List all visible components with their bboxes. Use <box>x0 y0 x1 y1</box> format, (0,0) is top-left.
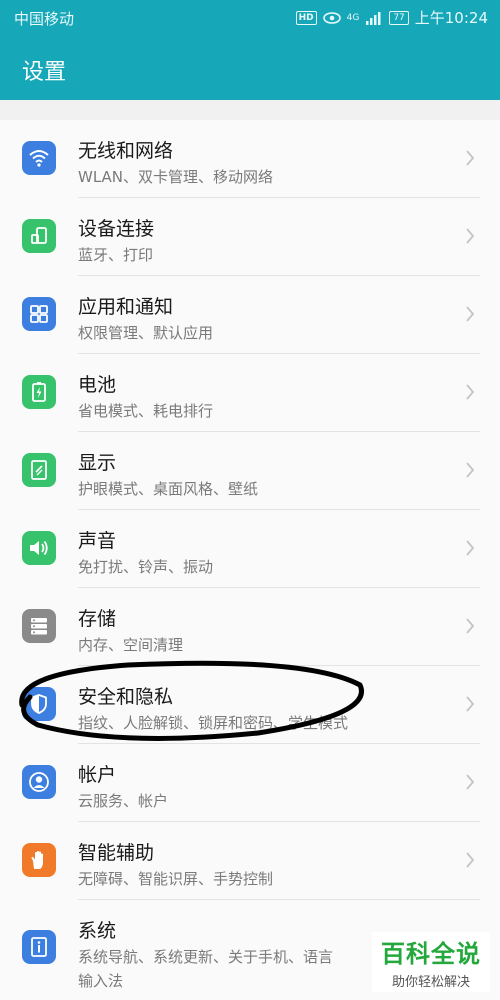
item-title: 系统 <box>78 920 117 942</box>
item-subtitle-continued: 输入法 <box>78 972 124 990</box>
item-subtitle: 省电模式、耗电排行 <box>78 402 214 420</box>
hd-icon: HD <box>295 10 317 25</box>
settings-item-smart-assistance[interactable]: 智能辅助 无障碍、智能识屏、手势控制 <box>0 822 500 900</box>
status-bar: 中国移动 HD 4G 77 上午10:24 <box>0 0 500 34</box>
settings-list: 无线和网络 WLAN、双卡管理、移动网络 设备连接 蓝牙、打印 应用和通知 权限… <box>0 120 500 1000</box>
account-icon <box>22 765 56 799</box>
item-title: 显示 <box>78 452 117 474</box>
item-subtitle: 护眼模式、桌面风格、壁纸 <box>78 480 259 498</box>
settings-item-security-privacy[interactable]: 安全和隐私 指纹、人脸解锁、锁屏和密码、学生模式 <box>0 666 500 744</box>
chevron-right-icon <box>466 774 475 790</box>
device-connection-icon <box>22 219 56 253</box>
chevron-right-icon <box>466 150 475 166</box>
chevron-right-icon <box>466 618 475 634</box>
item-title: 智能辅助 <box>78 842 155 864</box>
item-subtitle: 指纹、人脸解锁、锁屏和密码、学生模式 <box>78 714 349 732</box>
item-subtitle: 免打扰、铃声、振动 <box>78 558 214 576</box>
shield-icon <box>22 687 56 721</box>
battery-status-icon: 77 <box>389 10 409 25</box>
chevron-right-icon <box>466 306 475 322</box>
item-subtitle: 系统导航、系统更新、关于手机、语言 <box>78 948 334 966</box>
clock-label: 上午10:24 <box>414 9 488 27</box>
system-info-icon <box>22 930 56 964</box>
item-title: 无线和网络 <box>78 140 174 162</box>
item-subtitle: 云服务、帐户 <box>78 792 169 810</box>
signal-icon <box>366 11 381 25</box>
display-icon <box>22 453 56 487</box>
settings-item-storage[interactable]: 存储 内存、空间清理 <box>0 588 500 666</box>
chevron-right-icon <box>466 696 475 712</box>
storage-icon <box>22 609 56 643</box>
item-title: 存储 <box>78 608 117 630</box>
network-type-label: 4G <box>346 12 360 23</box>
item-title: 应用和通知 <box>78 296 174 318</box>
settings-item-apps-notifications[interactable]: 应用和通知 权限管理、默认应用 <box>0 276 500 354</box>
item-title: 帐户 <box>78 764 117 786</box>
status-indicators: HD 4G 77 上午10:24 <box>295 7 488 28</box>
item-subtitle: 无障碍、智能识屏、手势控制 <box>78 870 274 888</box>
settings-item-sound[interactable]: 声音 免打扰、铃声、振动 <box>0 510 500 588</box>
speaker-icon <box>22 531 56 565</box>
watermark-logo: 百科全说 助你轻松解决 <box>372 932 490 992</box>
item-title: 声音 <box>78 530 117 552</box>
settings-item-battery[interactable]: 电池 省电模式、耗电排行 <box>0 354 500 432</box>
hand-icon <box>22 843 56 877</box>
watermark-title: 百科全说 <box>381 940 481 968</box>
item-title: 电池 <box>78 374 117 396</box>
chevron-right-icon <box>466 462 475 478</box>
item-subtitle: 蓝牙、打印 <box>78 246 154 264</box>
settings-item-display[interactable]: 显示 护眼模式、桌面风格、壁纸 <box>0 432 500 510</box>
wifi-icon <box>22 141 56 175</box>
carrier-label: 中国移动 <box>14 10 75 28</box>
item-subtitle: 权限管理、默认应用 <box>78 324 214 342</box>
item-title: 安全和隐私 <box>78 686 174 708</box>
chevron-right-icon <box>466 384 475 400</box>
settings-item-account[interactable]: 帐户 云服务、帐户 <box>0 744 500 822</box>
settings-item-device-connection[interactable]: 设备连接 蓝牙、打印 <box>0 198 500 276</box>
app-bar: 设置 <box>0 34 500 100</box>
chevron-right-icon <box>466 228 475 244</box>
battery-icon <box>22 375 56 409</box>
item-subtitle: WLAN、双卡管理、移动网络 <box>78 168 274 186</box>
watermark-subtitle: 助你轻松解决 <box>391 975 470 990</box>
page-title: 设置 <box>22 60 67 85</box>
settings-item-wireless-network[interactable]: 无线和网络 WLAN、双卡管理、移动网络 <box>0 120 500 198</box>
chevron-right-icon <box>466 540 475 556</box>
chevron-right-icon <box>466 852 475 868</box>
item-subtitle: 内存、空间清理 <box>78 636 184 654</box>
apps-grid-icon <box>22 297 56 331</box>
eye-comfort-icon <box>322 11 341 24</box>
item-title: 设备连接 <box>78 218 155 240</box>
